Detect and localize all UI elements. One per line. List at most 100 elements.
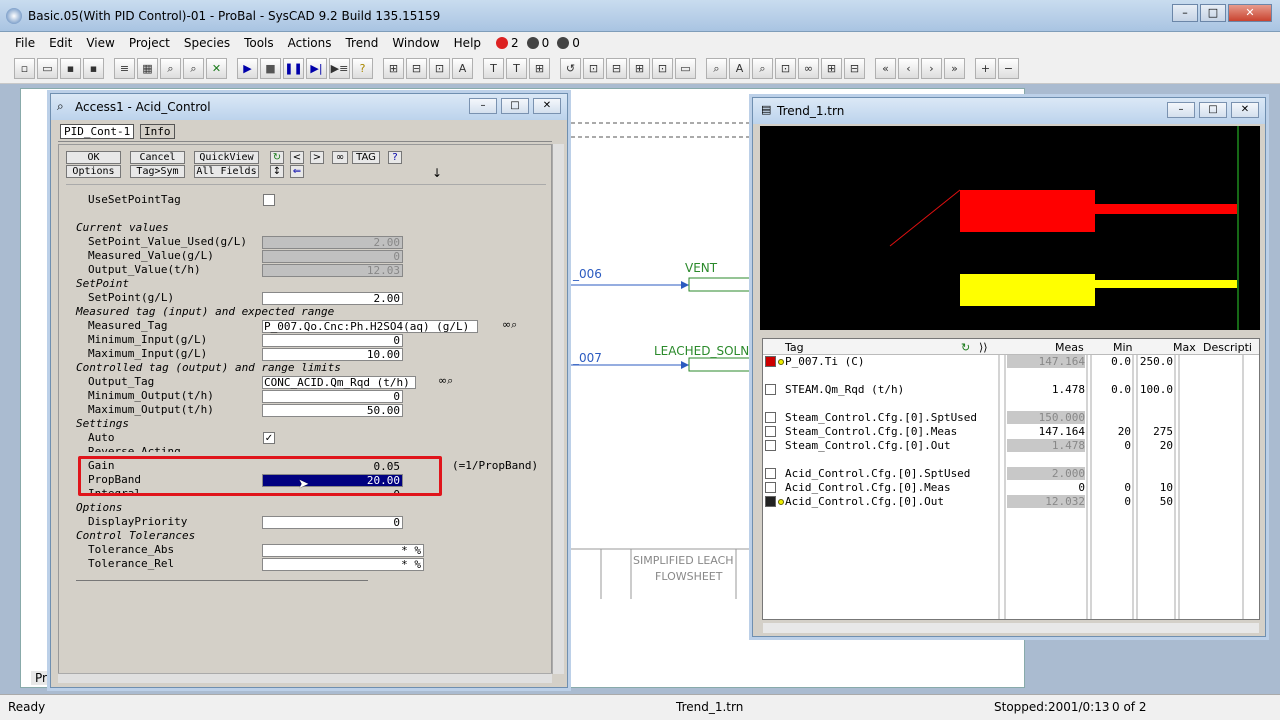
grid-row[interactable]: Acid_Control.Cfg.[0].Out 12.032 0 50 [763,495,1259,509]
graphics-tool-icon[interactable]: A [452,58,473,79]
menu-window[interactable]: Window [385,36,446,50]
graphics-tool-icon[interactable]: A [729,58,750,79]
menu-edit[interactable]: Edit [42,36,79,50]
access-vscrollbar[interactable] [552,144,564,674]
min-input-field[interactable]: 0 [262,334,403,347]
graphics-tool-icon[interactable]: ⊟ [406,58,427,79]
refresh-icon[interactable]: ↻ [270,151,284,164]
graphics-tool-icon[interactable]: ⊟ [844,58,865,79]
flowsheet-tab[interactable]: Pr [31,671,51,685]
save-all-icon[interactable]: ▪ [83,58,104,79]
access-hscrollbar[interactable] [58,673,552,683]
use-setpoint-tag-checkbox[interactable] [263,194,275,206]
grid-row-marker-icon[interactable] [765,482,776,493]
excel-icon[interactable]: ✕ [206,58,227,79]
grid-header-max[interactable]: Max [1173,341,1196,354]
maximize-button[interactable]: □ [1200,4,1226,22]
options-button[interactable]: Options [66,165,121,178]
grid-header-description[interactable]: Descripti [1203,341,1252,354]
report-icon[interactable]: ≡ [114,58,135,79]
measured-tag-find-icon[interactable]: ∞⌕ [502,318,517,332]
stream-label-007[interactable]: _007 [573,351,602,365]
trend-maximize-button[interactable]: □ [1199,102,1227,118]
down-arrow-icon[interactable]: ↓ [432,166,442,180]
graphics-tool-icon[interactable]: ▭ [675,58,696,79]
menu-view[interactable]: View [79,36,121,50]
max-input-field[interactable]: 10.00 [262,348,403,361]
next-button[interactable]: > [310,151,324,164]
leached-soln-label[interactable]: LEACHED_SOLN [654,344,749,358]
grid-row[interactable]: Acid_Control.Cfg.[0].SptUsed 2.000 [763,467,1259,481]
new-icon[interactable]: ▫ [14,58,35,79]
stream-label-006[interactable]: _006 [573,267,602,281]
menu-tools[interactable]: Tools [237,36,281,50]
graphics-tool-icon[interactable]: ⌕ [706,58,727,79]
graphics-tool-icon[interactable]: ⊡ [429,58,450,79]
grid-row-marker-icon[interactable] [765,412,776,423]
graphics-tool-icon[interactable]: ⊟ [606,58,627,79]
help-icon[interactable]: ? [352,58,373,79]
grid-row-marker-icon[interactable] [765,468,776,479]
warning-counter[interactable]: 0 [526,36,549,50]
graphics-tool-icon[interactable]: ⊞ [383,58,404,79]
table-icon[interactable]: ▦ [137,58,158,79]
max-output-field[interactable]: 50.00 [262,404,403,417]
grid-row[interactable]: P_007.Ti (C) 147.164 0.0 250.0 [763,355,1259,369]
tag-tool-icon[interactable]: T [483,58,504,79]
zoom-out-icon[interactable]: − [998,58,1019,79]
tag-move-icon[interactable]: T [506,58,527,79]
prev-button[interactable]: < [290,151,304,164]
sort-icon[interactable]: ↕ [270,165,284,178]
access-close-button[interactable]: ✕ [533,98,561,114]
prev-icon[interactable]: ‹ [898,58,919,79]
grid-header-meas[interactable]: Meas [1055,341,1084,354]
grid-row-marker-icon[interactable] [765,440,776,451]
tag-button[interactable]: TAG [352,151,380,164]
setpoint-input[interactable]: 2.00 [262,292,403,305]
note-counter[interactable]: 0 [557,36,580,50]
grid-row[interactable]: Acid_Control.Cfg.[0].Meas 0 0 10 [763,481,1259,495]
next-icon[interactable]: › [921,58,942,79]
tolerance-abs-field[interactable]: * % [262,544,424,557]
graphics-tool-icon[interactable]: ⌕ [752,58,773,79]
min-output-field[interactable]: 0 [262,390,403,403]
auto-checkbox[interactable]: ✓ [263,432,275,444]
all-fields-button[interactable]: All Fields [194,165,259,178]
grid-row-marker-icon[interactable] [765,384,776,395]
menu-file[interactable]: File [8,36,42,50]
graphics-tool-icon[interactable]: ⊞ [629,58,650,79]
grid-row[interactable]: STEAM.Qm_Rqd (t/h) 1.478 0.0 100.0 [763,383,1259,397]
tab-pid-cont[interactable]: PID_Cont-1 [60,124,135,139]
trend-tag-grid[interactable]: Tag ↻ ⟩⟩ Meas Min Max Descripti P_007.Ti… [762,338,1260,633]
menu-project[interactable]: Project [122,36,177,50]
open-icon[interactable]: ▭ [37,58,58,79]
first-icon[interactable]: « [875,58,896,79]
output-tag-find-icon[interactable]: ∞⌕ [438,374,453,388]
trend-minimize-button[interactable]: – [1167,102,1195,118]
run-icon[interactable]: ▶ [237,58,258,79]
help-button[interactable]: ? [388,151,402,164]
grid-row[interactable]: Steam_Control.Cfg.[0].Out 1.478 0 20 [763,439,1259,453]
quickview-button[interactable]: QuickView [194,151,259,164]
graphics-tool-icon[interactable]: ⊡ [652,58,673,79]
grid-row-marker-icon[interactable] [765,356,776,367]
menu-trend[interactable]: Trend [338,36,385,50]
grid-row-marker-icon[interactable] [765,426,776,437]
grid-row-marker-icon[interactable] [765,496,776,507]
graphics-tool-icon[interactable]: ⊡ [583,58,604,79]
trend-close-button[interactable]: ✕ [1231,102,1259,118]
graphics-tool-icon[interactable]: ⊞ [529,58,550,79]
binoculars-icon[interactable]: ∞ [798,58,819,79]
grid-hscrollbar[interactable] [763,623,1259,633]
menu-species[interactable]: Species [177,36,237,50]
trend-plot-area[interactable] [760,126,1260,330]
grid-row[interactable]: Steam_Control.Cfg.[0].SptUsed 150.000 [763,411,1259,425]
close-button[interactable]: ✕ [1228,4,1272,22]
back-arrow-icon[interactable]: ⇐ [290,165,304,178]
tag-sym-button[interactable]: Tag>Sym [130,165,185,178]
cancel-button[interactable]: Cancel [130,151,185,164]
solve-icon[interactable]: ▶≡ [329,58,350,79]
grid-header-tag[interactable]: Tag [785,341,804,354]
stop-icon[interactable]: ■ [260,58,281,79]
vent-label[interactable]: VENT [685,261,717,275]
